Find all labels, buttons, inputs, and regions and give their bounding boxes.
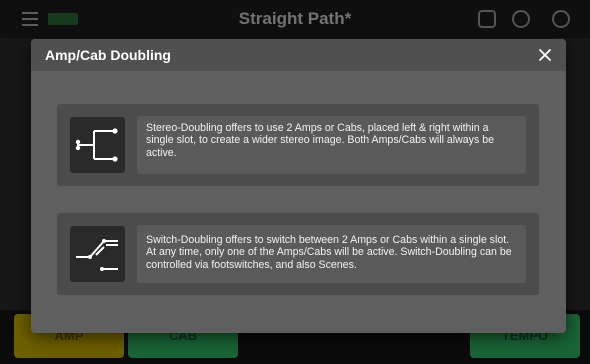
dialog-header: Amp/Cab Doubling xyxy=(31,39,566,71)
switch-doubling-option[interactable]: Switch-Doubling offers to switch between… xyxy=(57,213,539,295)
dialog-title: Amp/Cab Doubling xyxy=(45,47,171,63)
amp-cab-doubling-dialog: Amp/Cab Doubling Stereo-Doubling offers … xyxy=(31,39,566,333)
switch-doubling-icon xyxy=(70,226,125,282)
stereo-doubling-description: Stereo-Doubling offers to use 2 Amps or … xyxy=(137,116,526,174)
stereo-doubling-icon xyxy=(70,117,125,173)
switch-doubling-description: Switch-Doubling offers to switch between… xyxy=(137,225,526,283)
close-icon xyxy=(539,49,551,61)
stereo-doubling-option[interactable]: Stereo-Doubling offers to use 2 Amps or … xyxy=(57,104,539,186)
close-button[interactable] xyxy=(534,44,556,66)
